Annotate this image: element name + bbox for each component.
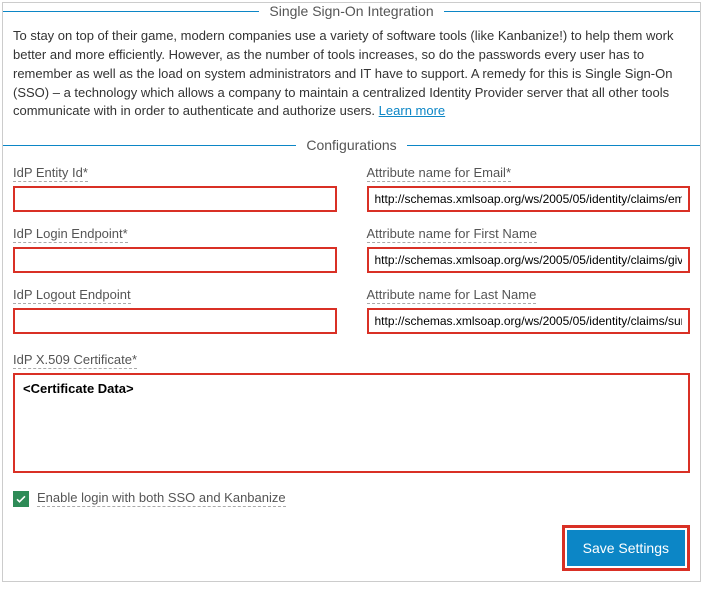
divider-line bbox=[444, 11, 700, 12]
input-idp-login[interactable] bbox=[13, 247, 337, 273]
config-columns: IdP Entity Id* IdP Login Endpoint* IdP L… bbox=[13, 165, 690, 348]
label-cert: IdP X.509 Certificate* bbox=[13, 352, 137, 369]
check-icon bbox=[15, 493, 27, 505]
field-idp-login: IdP Login Endpoint* bbox=[13, 226, 337, 273]
left-column: IdP Entity Id* IdP Login Endpoint* IdP L… bbox=[13, 165, 337, 348]
button-row: Save Settings bbox=[13, 525, 690, 571]
sso-description-text: To stay on top of their game, modern com… bbox=[13, 28, 673, 118]
input-attr-email[interactable] bbox=[367, 186, 691, 212]
label-idp-login: IdP Login Endpoint* bbox=[13, 226, 128, 243]
label-attr-first: Attribute name for First Name bbox=[367, 226, 538, 243]
sso-section-header: Single Sign-On Integration bbox=[3, 3, 700, 19]
label-idp-entity-id: IdP Entity Id* bbox=[13, 165, 88, 182]
field-attr-first: Attribute name for First Name bbox=[367, 226, 691, 273]
config-title: Configurations bbox=[296, 137, 406, 153]
enable-both-row: Enable login with both SSO and Kanbanize bbox=[13, 490, 690, 507]
label-attr-last: Attribute name for Last Name bbox=[367, 287, 537, 304]
save-highlight: Save Settings bbox=[562, 525, 690, 571]
config-section-header: Configurations bbox=[3, 137, 700, 153]
field-idp-entity-id: IdP Entity Id* bbox=[13, 165, 337, 212]
right-column: Attribute name for Email* Attribute name… bbox=[367, 165, 691, 348]
field-idp-logout: IdP Logout Endpoint bbox=[13, 287, 337, 334]
divider-line bbox=[407, 145, 700, 146]
sso-title: Single Sign-On Integration bbox=[259, 3, 443, 19]
learn-more-link[interactable]: Learn more bbox=[379, 103, 445, 118]
input-idp-entity-id[interactable] bbox=[13, 186, 337, 212]
divider-line bbox=[3, 145, 296, 146]
input-idp-logout[interactable] bbox=[13, 308, 337, 334]
input-attr-first[interactable] bbox=[367, 247, 691, 273]
input-attr-last[interactable] bbox=[367, 308, 691, 334]
save-settings-button[interactable]: Save Settings bbox=[567, 530, 685, 566]
sso-description: To stay on top of their game, modern com… bbox=[13, 19, 690, 127]
divider-line bbox=[3, 11, 259, 12]
field-attr-last: Attribute name for Last Name bbox=[367, 287, 691, 334]
label-attr-email: Attribute name for Email* bbox=[367, 165, 512, 182]
sso-integration-panel: Single Sign-On Integration To stay on to… bbox=[2, 2, 701, 582]
enable-both-label: Enable login with both SSO and Kanbanize bbox=[37, 490, 286, 507]
enable-both-checkbox[interactable] bbox=[13, 491, 29, 507]
label-idp-logout: IdP Logout Endpoint bbox=[13, 287, 131, 304]
input-cert[interactable] bbox=[13, 373, 690, 473]
field-cert: IdP X.509 Certificate* bbox=[13, 352, 690, 476]
field-attr-email: Attribute name for Email* bbox=[367, 165, 691, 212]
